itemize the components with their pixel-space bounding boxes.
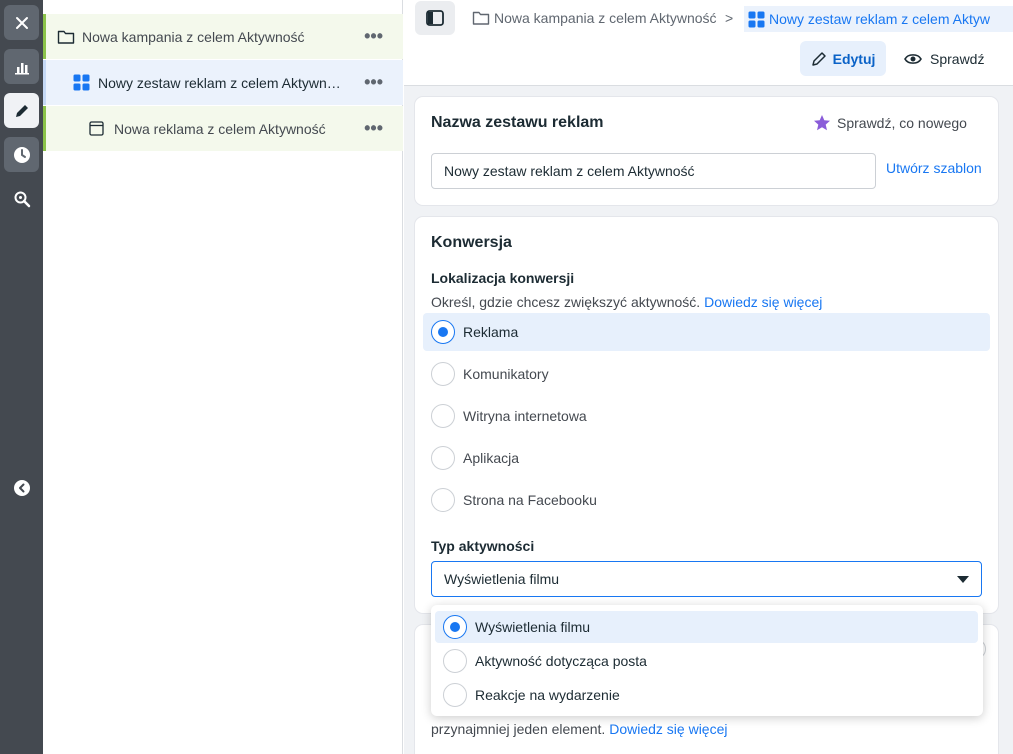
- pencil-icon: [15, 104, 28, 117]
- toggle-sidebar-button[interactable]: [415, 1, 455, 35]
- radio-button[interactable]: [431, 488, 455, 512]
- left-rail: [0, 0, 43, 754]
- activity-type-label: Typ aktywności: [431, 538, 535, 554]
- tree-item-label: Nowa reklama z celem Aktywność: [114, 120, 326, 137]
- learn-more-link[interactable]: Dowiedz się więcej: [704, 294, 822, 310]
- conversion-card: Konwersja Lokalizacja konwersji Określ, …: [415, 217, 998, 613]
- radio-label: Aplikacja: [463, 450, 520, 466]
- whats-new-link[interactable]: Sprawdź, co nowego: [813, 114, 967, 132]
- conversion-help-text: Określ, gdzie chcesz zwiększyć aktywność…: [431, 294, 822, 310]
- edit-button[interactable]: Edytuj: [800, 41, 886, 76]
- radio-option-komunikatory[interactable]: Komunikatory: [423, 355, 990, 393]
- top-bar: Nowa kampania z celem Aktywność > Nowy z…: [404, 0, 1013, 86]
- whats-new-label: Sprawdź, co nowego: [837, 115, 967, 131]
- breadcrumb-label: Nowy zestaw reklam z celem Aktyw: [769, 11, 990, 27]
- next-section-text: przynajmniej jeden element. Dowiedz się …: [431, 721, 728, 737]
- caret-down-icon: [957, 576, 969, 583]
- radio-button[interactable]: [443, 649, 467, 673]
- folder-icon: [472, 11, 490, 25]
- grid-icon: [73, 74, 90, 91]
- dropdown-option-video-views[interactable]: Wyświetlenia filmu: [435, 611, 978, 643]
- tree-item-label: Nowy zestaw reklam z celem Aktywność: [98, 74, 348, 91]
- activity-type-dropdown: Wyświetlenia filmu Aktywność dotycząca p…: [431, 605, 983, 716]
- folder-icon: [57, 29, 75, 45]
- radio-button[interactable]: [431, 362, 455, 386]
- history-button[interactable]: [4, 137, 39, 172]
- card-title: Nazwa zestawu reklam: [431, 114, 604, 131]
- radio-option-reklama[interactable]: Reklama: [423, 313, 990, 351]
- radio-option-aplikacja[interactable]: Aplikacja: [423, 439, 990, 477]
- review-label: Sprawdź: [930, 50, 985, 67]
- more-options-icon[interactable]: •••: [364, 119, 383, 137]
- radio-button[interactable]: [431, 446, 455, 470]
- help-text: Określ, gdzie chcesz zwiększyć aktywność…: [431, 294, 701, 310]
- breadcrumb-separator: >: [725, 10, 734, 26]
- more-options-icon[interactable]: •••: [364, 73, 383, 91]
- tree-item-campaign[interactable]: Nowa kampania z celem Aktywność •••: [43, 14, 403, 59]
- sidebar-icon: [426, 10, 444, 26]
- adset-name-input[interactable]: Nowy zestaw reklam z celem Aktywność: [431, 153, 876, 189]
- collapse-panel-button[interactable]: [4, 470, 39, 505]
- dropdown-option-event-responses[interactable]: Reakcje na wydarzenie: [435, 679, 978, 711]
- clock-icon: [13, 146, 30, 163]
- breadcrumb-campaign[interactable]: Nowa kampania z celem Aktywność: [472, 10, 717, 26]
- tree-item-label: Nowa kampania z celem Aktywność: [82, 28, 305, 45]
- select-value: Wyświetlenia filmu: [444, 571, 560, 587]
- dropdown-option-post-engagement[interactable]: Aktywność dotycząca posta: [435, 645, 978, 677]
- radio-button[interactable]: [443, 683, 467, 707]
- reports-button[interactable]: [4, 49, 39, 84]
- radio-label: Strona na Facebooku: [463, 492, 597, 508]
- close-button[interactable]: [4, 5, 39, 40]
- conversion-location-label: Lokalizacja konwersji: [431, 270, 575, 286]
- radio-option-witryna[interactable]: Witryna internetowa: [423, 397, 990, 435]
- ad-icon: [89, 121, 104, 136]
- breadcrumb-label: Nowa kampania z celem Aktywność: [494, 10, 717, 26]
- structure-tree: Nowa kampania z celem Aktywność ••• Nowy…: [43, 0, 403, 754]
- chevron-left-circle-icon: [13, 479, 30, 496]
- activity-type-select[interactable]: Wyświetlenia filmu: [431, 561, 982, 597]
- create-template-link[interactable]: Utwórz szablon: [886, 160, 982, 176]
- edit-label: Edytuj: [832, 50, 876, 67]
- star-icon: [814, 115, 830, 131]
- radio-label: Komunikatory: [463, 366, 549, 382]
- next-text: przynajmniej jeden element.: [431, 721, 606, 737]
- card-title: Konwersja: [431, 234, 512, 251]
- option-label: Wyświetlenia filmu: [475, 619, 591, 635]
- tree-item-ad[interactable]: Nowa reklama z celem Aktywność •••: [43, 106, 403, 151]
- radio-button[interactable]: [431, 320, 455, 344]
- radio-option-strona-facebook[interactable]: Strona na Facebooku: [423, 481, 990, 519]
- close-icon: [15, 16, 28, 29]
- radio-button[interactable]: [431, 404, 455, 428]
- edit-mode-button[interactable]: [4, 93, 39, 128]
- magnifier-icon: [14, 191, 30, 207]
- learn-more-link[interactable]: Dowiedz się więcej: [609, 721, 727, 737]
- option-label: Aktywność dotycząca posta: [475, 653, 647, 669]
- more-options-icon[interactable]: •••: [364, 27, 383, 45]
- eye-icon: [904, 53, 922, 64]
- adset-name-card: Nazwa zestawu reklam Sprawdź, co nowego …: [415, 97, 998, 205]
- option-label: Reakcje na wydarzenie: [475, 687, 620, 703]
- radio-label: Witryna internetowa: [463, 408, 587, 424]
- grid-icon: [748, 11, 765, 27]
- inspect-button[interactable]: [4, 181, 39, 216]
- breadcrumb-adset[interactable]: Nowy zestaw reklam z celem Aktyw: [744, 6, 1013, 32]
- review-button[interactable]: Sprawdź: [904, 41, 984, 76]
- radio-button[interactable]: [443, 615, 467, 639]
- bar-chart-icon: [14, 62, 29, 74]
- radio-label: Reklama: [463, 324, 519, 340]
- tree-item-adset[interactable]: Nowy zestaw reklam z celem Aktywność •••: [43, 60, 403, 105]
- pencil-icon: [811, 51, 826, 66]
